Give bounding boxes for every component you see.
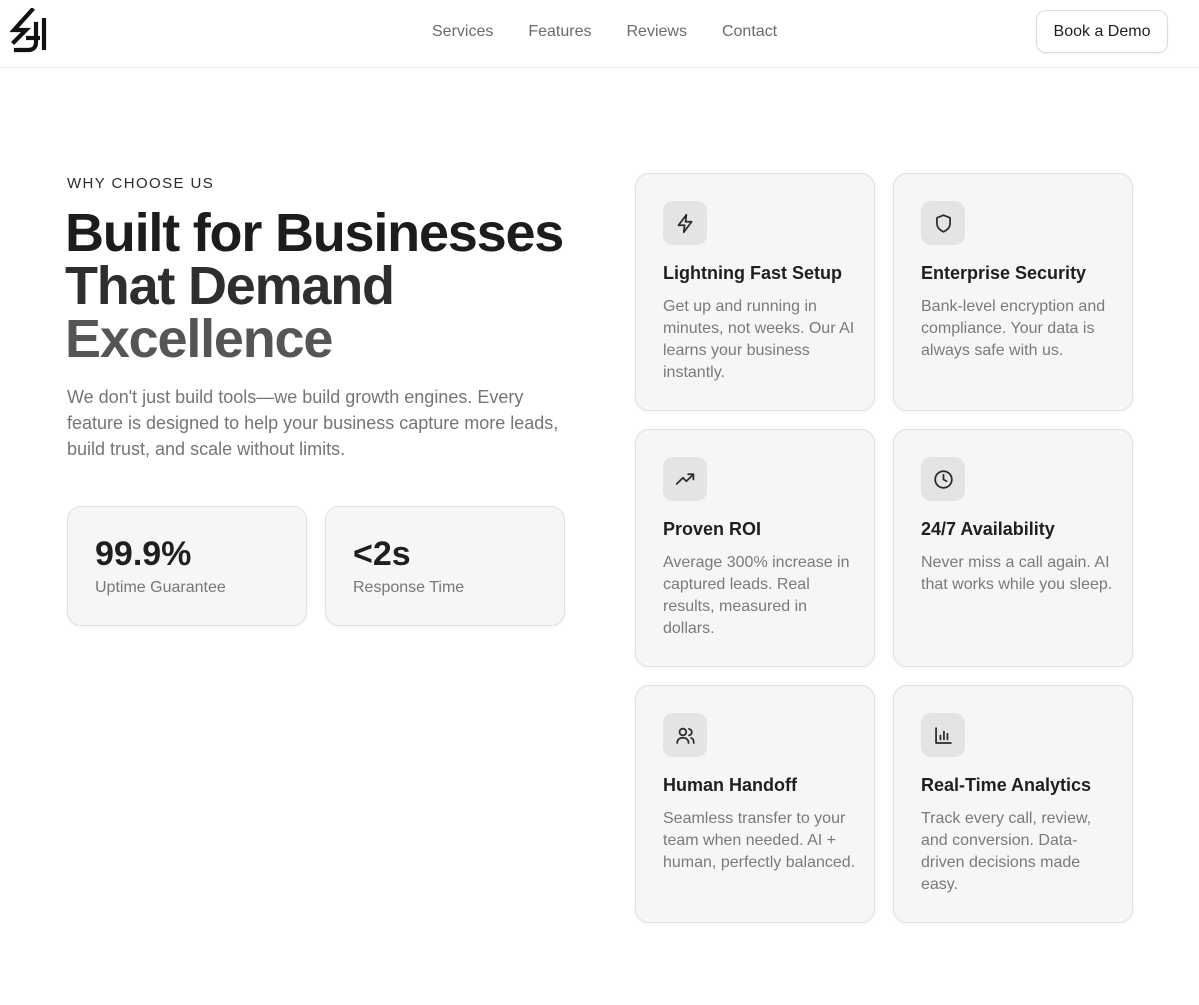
feature-card-availability: 24/7 Availability Never miss a call agai… [893,429,1133,667]
trending-up-icon [663,457,707,501]
book-demo-button[interactable]: Book a Demo [1036,10,1168,53]
brand-logo-icon[interactable] [10,8,48,54]
page-title: Built for Businesses That Demand Excelle… [65,203,564,369]
feature-description: Track every call, review, and conversion… [921,810,1092,893]
feature-title: Real-Time Analytics [921,775,1092,795]
stat-value: 99.9% [95,535,192,573]
stat-value: <2s [353,535,411,573]
nav-link-services[interactable]: Services [432,22,493,42]
users-icon [663,713,707,757]
feature-card-security: Enterprise Security Bank-level encryptio… [893,173,1133,411]
main-nav: Services Features Reviews Contact [432,22,777,42]
feature-description: Seamless transfer to your team when need… [663,810,856,871]
section-eyebrow: WHY CHOOSE US [67,175,215,192]
feature-card-roi: Proven ROI Average 300% increase in capt… [635,429,875,667]
feature-description: Average 300% increase in captured leads.… [663,554,850,637]
feature-title: Human Handoff [663,775,797,795]
feature-card-setup: Lightning Fast Setup Get up and running … [635,173,875,411]
hero-description: We don't just build tools—we build growt… [67,387,559,459]
stat-card-uptime: 99.9% Uptime Guarantee [67,506,307,626]
feature-title: Lightning Fast Setup [663,263,842,283]
nav-link-reviews[interactable]: Reviews [627,22,687,42]
feature-title: Proven ROI [663,519,762,539]
stat-label: Response Time [353,579,465,596]
feature-description: Get up and running in minutes, not weeks… [663,298,855,381]
site-header: Services Features Reviews Contact Book a… [0,0,1199,68]
feature-title: Enterprise Security [921,263,1087,283]
bar-chart-icon [921,713,965,757]
feature-description: Bank-level encryption and compliance. Yo… [921,298,1106,359]
nav-link-contact[interactable]: Contact [722,22,777,42]
shield-icon [921,201,965,245]
clock-icon [921,457,965,501]
headline-line-1: Built for Businesses [65,203,564,263]
stat-card-response-time: <2s Response Time [325,506,565,626]
feature-title: 24/7 Availability [921,519,1055,539]
headline-line-3: Excellence [65,309,333,369]
headline-line-2: That Demand [65,256,395,316]
nav-link-features[interactable]: Features [528,22,591,42]
feature-description: Never miss a call again. AI that works w… [921,554,1113,593]
lightning-icon [663,201,707,245]
feature-card-analytics: Real-Time Analytics Track every call, re… [893,685,1133,923]
stat-label: Uptime Guarantee [95,579,226,596]
feature-card-handoff: Human Handoff Seamless transfer to your … [635,685,875,923]
